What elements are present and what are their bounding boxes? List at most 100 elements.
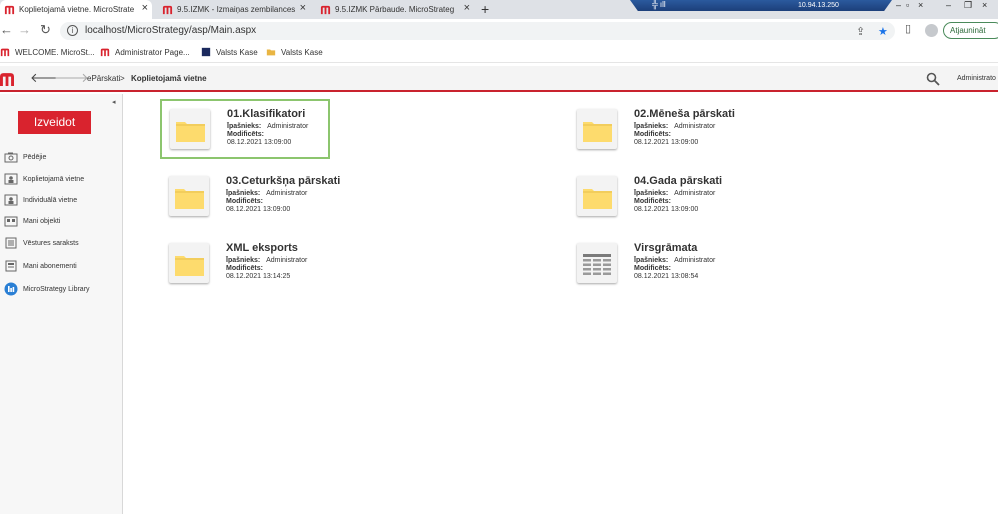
sidebar-item-subscriptions[interactable]: Mani abonementi <box>4 260 77 272</box>
modified-label: Modificēts: <box>227 131 264 138</box>
bookmark-star-icon[interactable]: ★ <box>878 26 888 38</box>
sidebar-item-label: MicroStrategy Library <box>23 285 90 293</box>
grid-report-icon <box>583 254 611 275</box>
browser-tab[interactable]: 9.5.IZMK - Izmaiņas zembilances × <box>158 0 310 19</box>
bookmark-label: Valsts Kase <box>216 47 258 57</box>
folder-tile <box>577 109 617 149</box>
bookmark-label: WELCOME. MicroSt... <box>15 47 95 57</box>
sidebar-item-label: Individuālā vietne <box>23 196 78 204</box>
modified-label: Modificēts: <box>634 198 671 205</box>
library-icon <box>4 282 18 296</box>
owner-label: Īpašnieks: <box>226 190 261 197</box>
side-panel-icon[interactable]: ▯ <box>905 23 911 35</box>
browser-tab-active[interactable]: Koplietojamā vietne. MicroStrate × <box>0 0 152 19</box>
tab-title: Koplietojamā vietne. MicroStrate <box>19 5 135 14</box>
tab-close-icon[interactable]: × <box>142 3 148 14</box>
breadcrumb-current: Koplietojamā vietne <box>131 74 207 83</box>
sidebar-item-personal[interactable]: Individuālā vietne <box>4 194 77 206</box>
bookmark-item[interactable]: Valsts Kase <box>266 47 323 57</box>
subscriptions-icon <box>5 260 17 272</box>
window-restore-icon[interactable]: ❐ <box>964 0 972 10</box>
camera-icon <box>4 152 18 163</box>
item-name[interactable]: 02.Mēneša pārskati <box>634 108 735 120</box>
bookmark-label: Administrator Page... <box>115 47 190 57</box>
item-modified-row: Modificēts: <box>227 131 264 138</box>
collapse-sidebar-icon[interactable]: ◂ <box>112 98 116 106</box>
create-button[interactable]: Izveidot <box>18 111 91 134</box>
microstrategy-logo-icon <box>100 48 110 57</box>
owner-value: Administrator <box>674 123 716 130</box>
folder-tile <box>169 176 209 216</box>
folder-icon <box>175 189 204 209</box>
microstrategy-logo-icon <box>320 5 331 15</box>
breadcrumb-root[interactable]: ePārskati <box>87 74 120 83</box>
item-date: 08.12.2021 13:09:00 <box>634 139 699 146</box>
rdp-close-icon[interactable]: × <box>918 0 923 10</box>
sidebar-item-my-objects[interactable]: Mani objekti <box>4 215 60 227</box>
sidebar-item-recent[interactable]: Pēdējie <box>4 151 46 163</box>
browser-tab-strip: Koplietojamā vietne. MicroStrate × 9.5.I… <box>0 0 998 19</box>
folder-item[interactable]: 04.Gada pārskati Īpašnieks: Administrato… <box>569 168 739 228</box>
folder-tile <box>169 243 209 283</box>
sidebar-item-library[interactable]: MicroStrategy Library <box>4 282 90 296</box>
item-modified-row: Modificēts: <box>226 198 263 205</box>
bookmark-item[interactable]: WELCOME. MicroSt... <box>0 47 95 57</box>
item-owner-row: Īpašnieks: Administrator <box>634 190 715 197</box>
window-minimize-icon[interactable]: – <box>946 0 951 10</box>
owner-value: Administrator <box>266 190 308 197</box>
address-bar[interactable]: i localhost/MicroStrategy/asp/Main.aspx … <box>60 22 895 40</box>
tab-close-icon[interactable]: × <box>300 3 306 14</box>
site-square-icon <box>201 47 211 57</box>
item-date: 08.12.2021 13:09:00 <box>227 139 292 146</box>
update-button[interactable]: Atjaunināt <box>943 22 998 39</box>
item-date: 08.12.2021 13:09:00 <box>634 206 699 213</box>
owner-value: Administrator <box>674 190 716 197</box>
item-name[interactable]: Virsgrāmata <box>634 242 697 254</box>
app-forward-icon[interactable]: 🡒 <box>54 71 89 85</box>
folder-item[interactable]: 01.Klasifikatori Īpašnieks: Administrato… <box>160 99 330 159</box>
site-info-icon[interactable]: i <box>67 25 78 36</box>
rdp-restore-icon[interactable]: ▫ <box>906 0 909 10</box>
address-row: ← → ↻ i localhost/MicroStrategy/asp/Main… <box>0 19 998 43</box>
share-icon[interactable]: ⇪ <box>856 26 865 38</box>
item-name[interactable]: XML eksports <box>226 242 298 254</box>
back-arrow-icon[interactable]: ← <box>0 23 13 37</box>
folder-item[interactable]: XML eksports Īpašnieks: Administrator Mo… <box>161 235 331 295</box>
user-menu[interactable]: Administrato <box>957 75 996 82</box>
new-tab-button[interactable]: + <box>481 0 489 18</box>
folder-item[interactable]: 03.Ceturkšņa pārskati Īpašnieks: Adminis… <box>161 168 340 228</box>
item-name[interactable]: 01.Klasifikatori <box>227 108 305 120</box>
sidebar-item-shared[interactable]: Koplietojamā vietne <box>4 173 84 185</box>
rdp-minimize-icon[interactable]: – <box>896 0 901 10</box>
tab-close-icon[interactable]: × <box>464 3 470 14</box>
history-icon <box>5 237 17 249</box>
microstrategy-logo-icon <box>4 5 15 15</box>
item-name[interactable]: 04.Gada pārskati <box>634 175 722 187</box>
item-date: 08.12.2021 13:14:25 <box>226 273 291 280</box>
search-icon[interactable] <box>926 72 940 86</box>
modified-label: Modificēts: <box>634 131 671 138</box>
item-date: 08.12.2021 13:08:54 <box>634 273 699 280</box>
modified-label: Modificēts: <box>226 265 263 272</box>
bookmark-item[interactable]: Administrator Page... <box>100 47 190 57</box>
browser-tab[interactable]: 9.5.IZMK Pārbaude. MicroStrateg × <box>316 0 474 19</box>
report-item[interactable]: Virsgrāmata Īpašnieks: Administrator Mod… <box>569 235 739 295</box>
bookmark-item[interactable]: Valsts Kase <box>201 47 258 57</box>
remote-connection-icon[interactable]: ╬ ıll <box>652 0 666 10</box>
remote-desktop-bar <box>630 0 892 11</box>
window-close-icon[interactable]: × <box>982 0 987 10</box>
bookmarks-bar: WELCOME. MicroSt... Administrator Page..… <box>0 43 998 63</box>
sidebar-item-history[interactable]: Vēstures saraksts <box>4 237 79 249</box>
folder-item[interactable]: 02.Mēneša pārskati Īpašnieks: Administra… <box>569 101 739 161</box>
item-modified-row: Modificēts: <box>226 265 263 272</box>
forward-arrow-icon[interactable]: → <box>18 23 31 37</box>
item-name[interactable]: 03.Ceturkšņa pārskati <box>226 175 340 187</box>
reload-icon[interactable]: ↻ <box>40 23 51 37</box>
url-text: localhost/MicroStrategy/asp/Main.aspx <box>85 25 257 36</box>
folder-tile <box>577 176 617 216</box>
microstrategy-home-icon[interactable] <box>0 72 14 86</box>
profile-avatar[interactable] <box>925 24 938 37</box>
folder-icon <box>176 122 205 142</box>
modified-label: Modificēts: <box>634 265 671 272</box>
owner-label: Īpašnieks: <box>226 257 261 264</box>
